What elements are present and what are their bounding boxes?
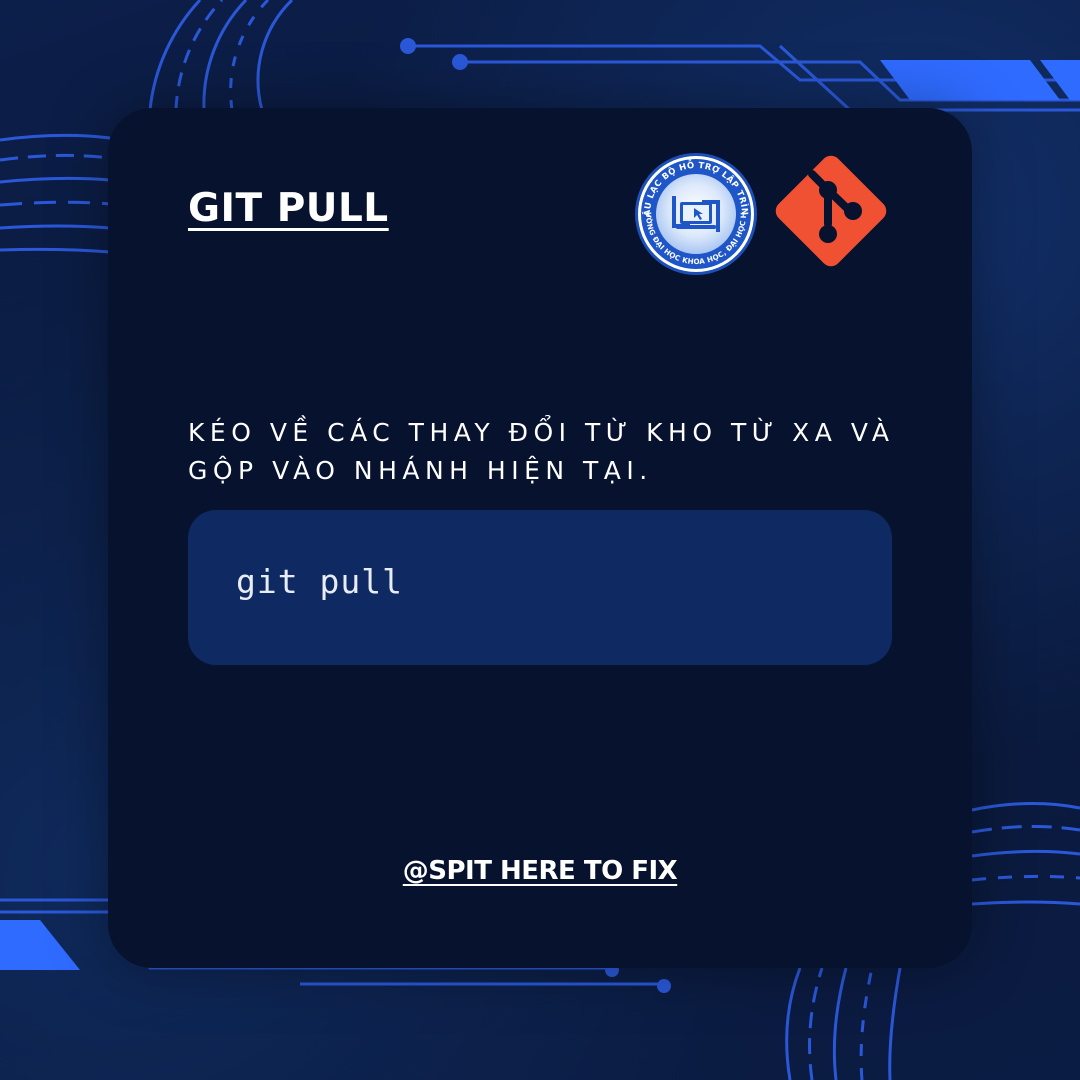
footer-handle: @SPIT HERE TO FIX [402,856,678,886]
page-title: GIT PULL [188,186,389,231]
club-logo: CÂU LẠC BỘ HỖ TRỢ LẬP TRÌNH TRƯỜNG ĐẠI H… [634,152,757,275]
poster-canvas: GIT PULL CÂU LẠC BỘ HỖ TRỢ LẬP TRÌNH TRƯ… [0,0,1080,1080]
git-logo-icon [775,155,887,267]
command-code-block: git pull [188,510,892,665]
command-text: git pull [236,562,403,601]
command-description: KÉO VỀ CÁC THAY ĐỔI TỪ KHO TỪ XA VÀ GỘP … [188,418,895,485]
